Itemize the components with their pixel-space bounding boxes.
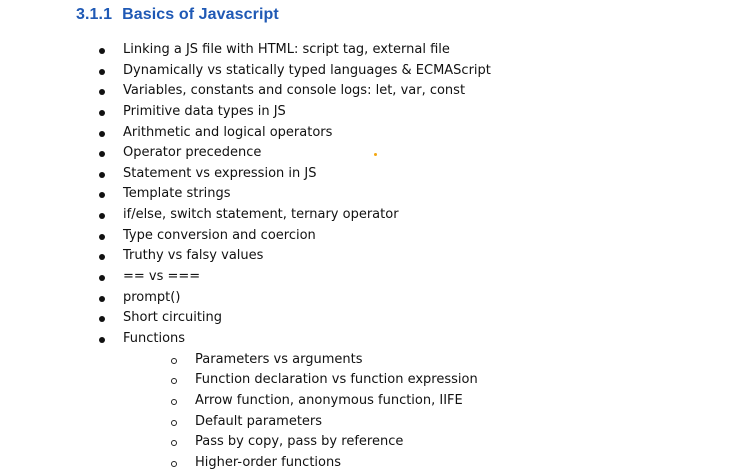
bullet-icon: [99, 295, 105, 302]
list-item: Dynamically vs statically typed language…: [0, 61, 491, 82]
stray-orange-dot: [374, 153, 377, 156]
list-item: == vs ===: [0, 267, 491, 288]
list-item-label: Short circuiting: [123, 310, 223, 326]
bullet-icon: [99, 109, 105, 116]
sub-list-item: Pass by copy, pass by reference: [0, 432, 491, 453]
list-item-label: Dynamically vs statically typed language…: [123, 62, 491, 78]
list-item-label: Pass by copy, pass by reference: [195, 434, 404, 450]
bullet-icon: [99, 171, 105, 178]
section-heading: 3.1.1 Basics of Javascript: [76, 6, 279, 24]
hollow-bullet-icon: [171, 398, 177, 405]
list-item-label: == vs ===: [123, 269, 201, 285]
bullet-icon: [99, 68, 105, 75]
bullet-icon: [99, 336, 105, 343]
list-item-label: prompt(): [123, 289, 181, 305]
list-item: Template strings: [0, 184, 491, 205]
list-item-label: Default parameters: [195, 413, 323, 429]
bullet-icon: [99, 316, 105, 323]
bullet-icon: [99, 151, 105, 158]
bullet-icon: [99, 275, 105, 282]
list-item-label: Arithmetic and logical operators: [123, 124, 333, 140]
section-title: Basics of Javascript: [122, 6, 279, 23]
sub-list-item: Arrow function, anonymous function, IIFE: [0, 391, 491, 412]
bullet-icon: [99, 233, 105, 240]
bullet-icon: [99, 254, 105, 261]
list-item-label: Function declaration vs function express…: [195, 372, 478, 388]
bullet-icon: [99, 130, 105, 137]
list-item-label: if/else, switch statement, ternary opera…: [123, 207, 399, 223]
bullet-icon: [99, 48, 105, 54]
list-item-label: Operator precedence: [123, 145, 262, 161]
hollow-bullet-icon: [171, 357, 177, 364]
list-item: if/else, switch statement, ternary opera…: [0, 205, 491, 226]
list-item: Truthy vs falsy values: [0, 246, 491, 267]
hollow-bullet-icon: [171, 460, 177, 467]
bullet-icon: [99, 213, 105, 220]
sub-list-item: Higher-order functions: [0, 453, 491, 474]
list-item: Statement vs expression in JS: [0, 164, 491, 185]
list-item: Primitive data types in JS: [0, 102, 491, 123]
list-item-label: Template strings: [123, 186, 231, 202]
hollow-bullet-icon: [171, 378, 177, 385]
list-item-label: Linking a JS file with HTML: script tag,…: [123, 42, 450, 57]
bullet-icon: [99, 192, 105, 199]
list-item-label: Variables, constants and console logs: l…: [123, 83, 466, 99]
topic-list: Linking a JS file with HTML: script tag,…: [0, 40, 491, 473]
list-item-label: Arrow function, anonymous function, IIFE: [195, 392, 463, 408]
sub-list-item: Parameters vs arguments: [0, 350, 491, 371]
list-item: Type conversion and coercion: [0, 226, 491, 247]
list-item-label: Truthy vs falsy values: [123, 248, 264, 264]
list-item: Operator precedence: [0, 143, 491, 164]
bullet-icon: [99, 89, 105, 96]
list-item-label: Type conversion and coercion: [123, 227, 316, 243]
list-item: prompt(): [0, 288, 491, 309]
section-number: 3.1.1: [76, 6, 113, 23]
sub-list-item: Default parameters: [0, 412, 491, 433]
hollow-bullet-icon: [171, 440, 177, 447]
list-item-label: Primitive data types in JS: [123, 103, 286, 119]
hollow-bullet-icon: [171, 419, 177, 426]
sub-list-item: Function declaration vs function express…: [0, 370, 491, 391]
list-item: Variables, constants and console logs: l…: [0, 81, 491, 102]
list-item-label: Parameters vs arguments: [195, 351, 363, 367]
list-item-label: Functions: [123, 330, 186, 346]
list-item: Short circuiting: [0, 308, 491, 329]
list-item: Arithmetic and logical operators: [0, 123, 491, 144]
list-item: Functions: [0, 329, 491, 350]
list-item: Linking a JS file with HTML: script tag,…: [0, 40, 491, 61]
list-item-label: Statement vs expression in JS: [123, 165, 317, 181]
list-item-label: Higher-order functions: [195, 454, 341, 470]
